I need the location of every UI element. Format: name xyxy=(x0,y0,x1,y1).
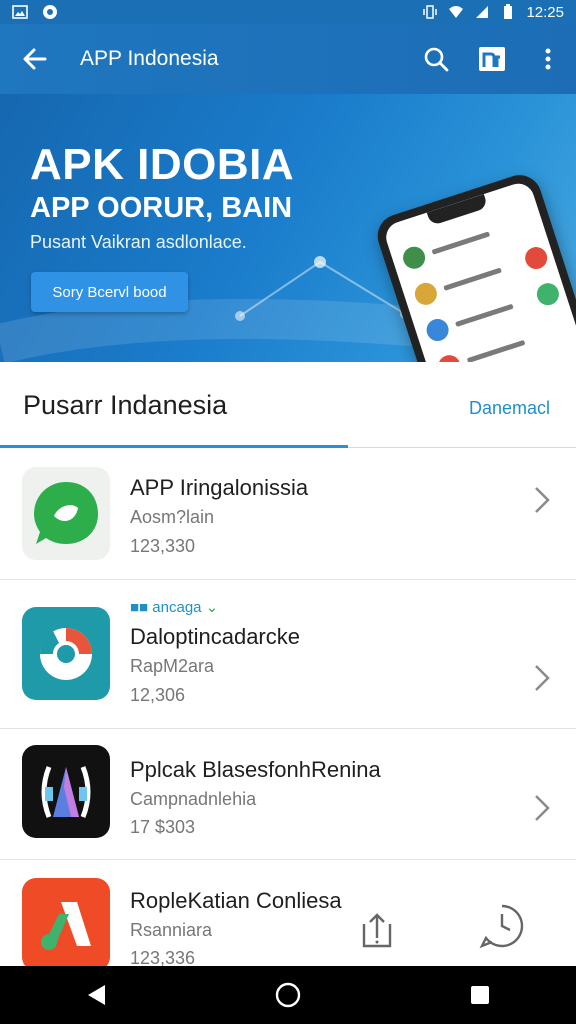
vibrate-icon xyxy=(423,5,438,19)
app-list-item[interactable]: ■■ ancaga ⌄ Daloptincadarcke RapM2ara 12… xyxy=(0,580,576,729)
app-install-count: 17 $303 xyxy=(130,817,196,837)
triangle-back-icon xyxy=(88,985,105,1005)
lifebuoy-app-icon xyxy=(39,627,92,680)
nav-recents-button[interactable] xyxy=(450,966,510,1024)
app-store-button[interactable] xyxy=(464,24,520,94)
app-icon xyxy=(22,467,110,560)
app-icon xyxy=(22,878,110,966)
section-title: Pusarr Indanesia xyxy=(23,390,228,420)
app-icon xyxy=(22,607,110,700)
app-install-count: 12,306 xyxy=(130,685,186,705)
app-list-item[interactable]: RopleKatian Conliesa Rsanniara 123,336 xyxy=(0,860,576,966)
app-install-count: 123,330 xyxy=(130,536,196,556)
app-subtitle: Aosm?lain xyxy=(130,507,215,527)
search-button[interactable] xyxy=(408,24,464,94)
app-subtitle: RapM2ara xyxy=(130,656,215,676)
notification-icon xyxy=(43,5,57,19)
share-box-icon[interactable] xyxy=(360,912,394,950)
banner-cta-button[interactable]: Sory Bcervl bood xyxy=(31,272,188,312)
promo-banner[interactable]: APK IDOBIA APP OORUR, BAIN Pusant Vaikra… xyxy=(0,94,576,362)
prism-app-icon xyxy=(41,765,91,818)
app-list-item[interactable]: APP Iringalonissia Aosm?lain 123,330 xyxy=(0,449,576,580)
section-header: Pusarr Indanesia Danemacl xyxy=(0,362,576,448)
app-name: APP Iringalonissia xyxy=(130,475,309,500)
status-bar: 12:25 xyxy=(0,0,576,24)
app-name: RopleKatian Conliesa xyxy=(130,888,342,913)
nav-back-button[interactable] xyxy=(66,966,126,1024)
system-nav-bar xyxy=(0,966,576,1024)
app-subtitle: Rsanniara xyxy=(130,920,213,940)
search-icon xyxy=(424,47,449,72)
banner-headline: APK IDOBIA xyxy=(30,140,295,189)
arrow-left-icon xyxy=(23,48,47,70)
app-icon xyxy=(22,745,110,838)
app-bar: APP Indonesia xyxy=(0,24,576,94)
chat-bubble-app-icon xyxy=(34,481,98,544)
store-icon xyxy=(479,47,505,71)
battery-icon xyxy=(504,4,513,19)
circle-home-icon xyxy=(275,982,301,1008)
chevron-right-icon xyxy=(535,795,550,821)
chevron-right-icon xyxy=(535,487,550,513)
app-name: Daloptincadarcke xyxy=(130,624,300,649)
section-tab-indicator xyxy=(0,445,348,448)
app-name: Pplcak BlasesfonhRenina xyxy=(130,757,381,782)
back-button[interactable] xyxy=(0,24,70,94)
section-see-more-link[interactable]: Danemacl xyxy=(469,398,550,419)
app-subtitle: Campnadnlehia xyxy=(130,789,257,809)
overflow-menu-button[interactable] xyxy=(520,24,576,94)
app-category-badge: ■■ ancaga ⌄ xyxy=(130,598,218,616)
square-recents-icon xyxy=(471,986,489,1004)
ads-app-icon xyxy=(41,901,91,950)
signal-icon xyxy=(476,6,489,18)
status-time: 12:25 xyxy=(526,3,564,21)
gallery-icon xyxy=(12,5,28,19)
more-vert-icon xyxy=(545,48,551,70)
chevron-down-icon: ⌄ xyxy=(205,599,219,616)
wifi-icon xyxy=(449,6,464,18)
history-clock-icon[interactable] xyxy=(478,902,526,950)
nav-home-button[interactable] xyxy=(258,966,318,1024)
app-install-count: 123,336 xyxy=(130,948,196,966)
banner-tagline: Pusant Vaikran asdlonlace. xyxy=(30,232,247,252)
banner-subheadline: APP OORUR, BAIN xyxy=(30,192,293,224)
page-title: APP Indonesia xyxy=(80,47,219,70)
app-list-item[interactable]: Pplcak BlasesfonhRenina Campnadnlehia 17… xyxy=(0,729,576,860)
chevron-right-icon xyxy=(535,665,550,691)
app-category-label: ■■ ancaga xyxy=(130,599,202,616)
